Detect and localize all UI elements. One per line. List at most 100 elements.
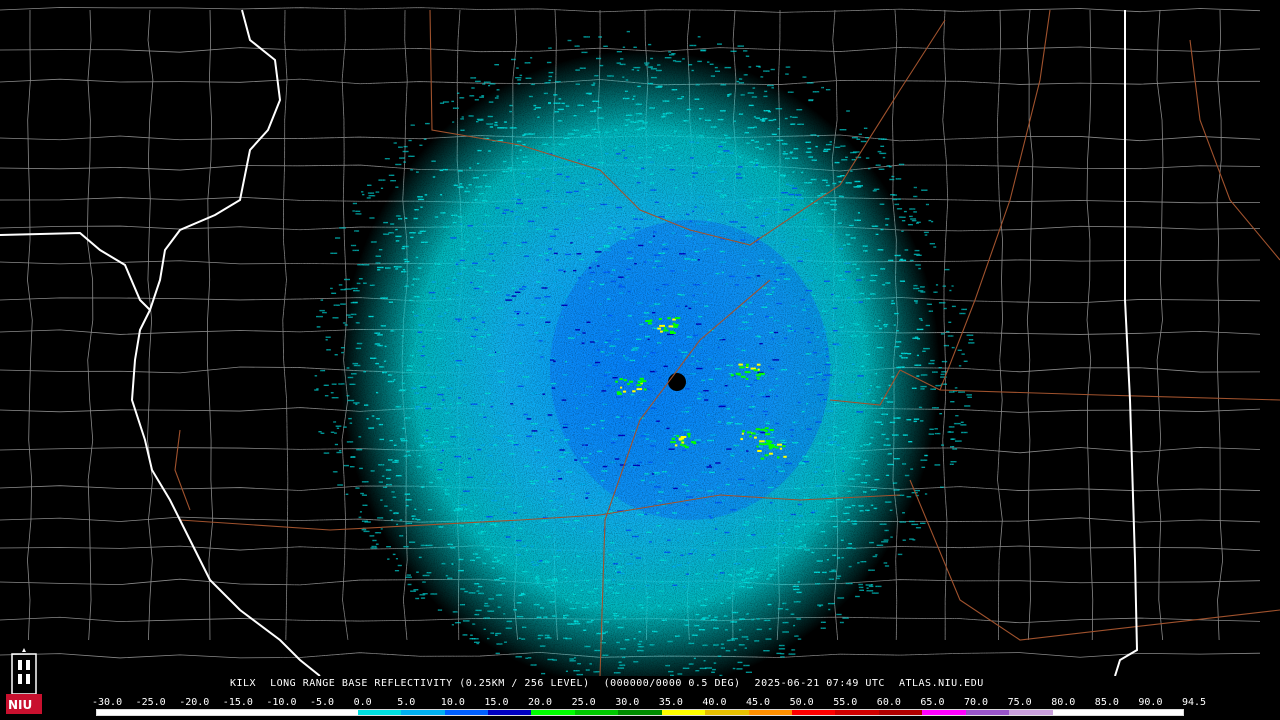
radar-pixel [921,189,928,191]
radar-pixel [902,539,906,541]
radar-pixel [941,444,944,446]
storm-cell-pixel [756,363,761,366]
radar-pixel [889,178,895,181]
radar-pixel [948,431,951,433]
legend-swatch [357,710,402,715]
radar-pixel [966,334,974,336]
legend-swatch [140,710,184,715]
radar-pixel [420,597,426,599]
radar-pixel [947,335,954,337]
storm-cell-pixel [746,431,752,434]
storm-cell-pixel [744,371,751,374]
radar-pixel [934,432,941,435]
radar-pixel [603,45,608,47]
station-id: KILX [230,678,257,689]
radar-pixel [410,124,415,126]
radar-pixel [897,553,903,556]
radar-pixel [362,504,368,506]
radar-pixel [369,535,375,537]
radar-pixel [384,158,390,160]
radar-pixel [361,191,364,193]
radar-pixel [530,57,533,59]
legend-label: 30.0 [615,697,640,708]
radar-pixel [871,592,879,594]
storm-cell-pixel [745,377,749,380]
illinois-western-border [130,9,321,676]
storm-cell-pixel [644,388,647,391]
radar-pixel [950,438,956,440]
product-caption: KILX LONG RANGE BASE REFLECTIVITY (0.25KM… [230,678,998,689]
radar-pixel [330,392,334,394]
legend-swatch [748,710,792,715]
county-line [1216,9,1224,641]
radar-pixel [940,333,945,335]
radar-pixel [338,284,343,286]
radar-map [0,7,1280,676]
radar-pixel [524,62,531,64]
radar-pixel [361,520,368,522]
county-line [86,9,94,641]
radar-pixel [337,484,344,486]
radar-pixel [884,565,890,567]
radar-pixel [331,383,337,385]
storm-cell-pixel [664,327,667,330]
radar-pixel [951,305,956,308]
storm-cell-pixel [639,377,644,380]
radar-pixel [745,55,750,57]
legend-label: -20.0 [179,697,210,708]
storm-cell-pixel [739,366,745,369]
legend-labels: -30.0 -25.0 -20.0 -15.0 -10.0 -5.0 0.0 5.0 10.0 1… [92,697,1206,709]
radar-pixel [352,210,355,212]
legend-label: 15.0 [484,697,509,708]
radar-pixel [888,166,892,168]
radar-pixel [950,461,957,463]
radar-pixel [489,83,496,85]
legend-label: -15.0 [222,697,253,708]
radar-echo-area [314,30,975,676]
radar-pixel [877,150,882,153]
radar-pixel [745,671,752,673]
storm-cell-pixel [751,432,756,435]
legend-label: 35.0 [658,697,683,708]
radar-pixel [335,237,341,239]
radar-pixel [820,627,826,629]
radar-pixel [875,164,881,166]
radar-pixel [469,95,475,97]
storm-cell-pixel [638,384,642,387]
radar-pixel [399,157,405,159]
storm-cell-pixel [738,363,743,366]
logo-text: NIU [8,698,33,712]
radar-pixel [407,583,412,586]
storm-cell-pixel [667,317,671,320]
storm-cell-pixel [764,427,769,430]
radar-pixel [911,523,919,526]
radar-pixel [459,97,465,99]
radar-pixel [316,326,321,328]
radar-pixel [338,450,342,452]
storm-cell-pixel [622,390,627,393]
storm-cell-pixel [757,368,760,371]
radar-pixel [825,89,831,91]
legend-swatch [531,710,575,715]
radar-pixel [483,81,491,83]
storm-cell-pixel [660,330,663,333]
radar-pixel [442,101,450,103]
radar-pixel [915,527,921,529]
radar-pixel [408,139,412,142]
radar-pixel [836,613,842,616]
source-url: ATLAS.NIU.EDU [898,678,984,689]
storm-cell-pixel [673,325,678,328]
radar-pixel [334,354,338,356]
storm-cell-pixel [676,435,679,438]
storm-cell-pixel [627,383,630,386]
radar-pixel [519,74,523,77]
radar-pixel [960,421,964,423]
radar-pixel [953,422,961,425]
storm-cell-pixel [730,374,734,377]
product-name: LONG RANGE BASE REFLECTIVITY (0.25KM / 2… [270,678,590,689]
radar-pixel [452,107,459,109]
radar-pixel [410,590,416,592]
legend-swatch [1052,710,1097,715]
radar-pixel [910,218,917,220]
legend-swatch [574,710,619,715]
